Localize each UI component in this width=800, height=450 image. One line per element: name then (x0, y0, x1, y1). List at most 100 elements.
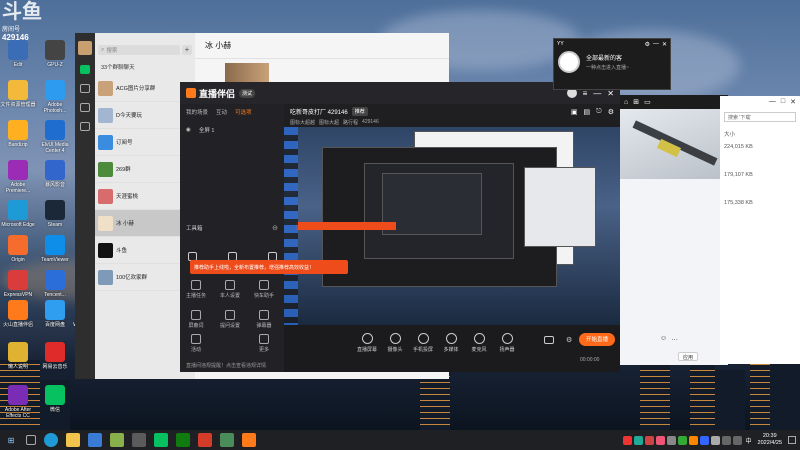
eye-icon[interactable]: ◉ (186, 127, 191, 133)
tray-icon-9[interactable] (710, 435, 720, 445)
store-taskbar-icon[interactable] (88, 433, 102, 447)
tab-scenes[interactable]: 我的场景 (186, 108, 208, 116)
desktop-icon[interactable]: 文件资源管理器 (0, 80, 36, 108)
file-size[interactable]: 224,015 KB (724, 144, 796, 150)
home-icon[interactable]: ⌂ (624, 99, 628, 106)
wechat-avatar[interactable] (78, 41, 92, 55)
control-button[interactable]: 多媒体 (436, 333, 466, 353)
tool-item[interactable]: 更多 (250, 334, 278, 353)
wps-taskbar-icon[interactable] (198, 433, 212, 447)
taskview-icon[interactable] (26, 435, 36, 445)
desktop-icon[interactable]: Bandizip (0, 120, 36, 148)
file-size[interactable]: 175,338 KB (724, 200, 796, 206)
notice-banner[interactable]: 推荐助手上线啦，全新布置推荐，增强推荐高效收益！ (190, 260, 348, 274)
search-input[interactable]: ⌕ 搜索 (98, 45, 180, 55)
tool-item[interactable]: 本人设置 (216, 280, 244, 299)
desktop-icon[interactable]: Adobe Premiere... (0, 160, 36, 194)
explorer-search[interactable]: 搜索 '下载' (724, 112, 796, 122)
group-chats-header[interactable]: 33个群聊聊天 (95, 59, 195, 75)
file-size[interactable]: 179,107 KB (724, 172, 796, 178)
live-preview[interactable] (284, 127, 620, 325)
sub-tag-3[interactable]: 路行程 (343, 119, 358, 126)
yy-minimize-icon[interactable]: — (653, 41, 659, 47)
files-icon[interactable] (80, 122, 90, 131)
control-button[interactable]: 麦克风 (464, 333, 494, 353)
tray-icon-7[interactable] (688, 435, 698, 445)
sub-tag-4[interactable]: 429146 (362, 119, 379, 126)
desktop-icon[interactable]: 微信 (37, 385, 73, 413)
desktop-icon[interactable]: Steam (37, 200, 73, 228)
game-banner[interactable] (620, 109, 728, 179)
settings-icon[interactable]: ⚙ (608, 108, 614, 116)
edge-taskbar-icon[interactable] (44, 433, 58, 447)
desktop-icon[interactable]: TeamViewer (37, 235, 73, 263)
control-button[interactable]: 摄像头 (380, 333, 410, 353)
desktop-icon[interactable]: GPU-Z (37, 40, 73, 68)
chart-icon[interactable]: ▤ (584, 108, 591, 116)
ime-indicator[interactable]: 中 (746, 436, 752, 445)
tab-interact[interactable]: 互动 (216, 108, 227, 116)
xbox-taskbar-icon[interactable] (176, 433, 190, 447)
gift-icon[interactable]: ▣ (571, 108, 578, 116)
tray-icon-3[interactable] (644, 435, 654, 445)
tray-icon-2[interactable] (633, 435, 643, 445)
desktop-icon[interactable]: ElvUI Media Center 4 (37, 120, 73, 154)
bottom-notice[interactable]: 直播间违规提醒！点击查看违规详情 (186, 363, 266, 369)
scene-label[interactable]: 全屏 1 (199, 126, 215, 134)
tool-item[interactable]: 屏蔽词 (182, 310, 210, 329)
wechat-taskbar-icon[interactable] (154, 433, 168, 447)
close-icon[interactable]: ✕ (790, 98, 796, 108)
yy-settings-icon[interactable]: ⚙ (645, 41, 650, 48)
chat-icon[interactable] (80, 65, 90, 74)
tab-options[interactable]: 可选项 (235, 108, 252, 116)
control-button[interactable]: 直播屏幕 (352, 333, 382, 353)
contacts-icon[interactable] (80, 84, 90, 93)
desktop-icon[interactable]: Microsoft Edge (0, 200, 36, 228)
tray-icon-6[interactable] (677, 435, 687, 445)
notification-icon[interactable] (788, 436, 796, 444)
app-taskbar-icon-2[interactable] (132, 433, 146, 447)
desktop-icon[interactable]: Edit (0, 40, 36, 68)
desktop-icon[interactable]: Adobe After Effects CC (0, 385, 36, 419)
desktop-icon[interactable]: Tencent... (37, 270, 73, 298)
sub-tag-2[interactable]: 图标大超 (319, 119, 339, 126)
tray-icon-8[interactable] (699, 435, 709, 445)
emoji-icon[interactable]: ☺ (660, 335, 667, 342)
room-button[interactable]: 推荐 (351, 107, 368, 116)
tray-icon-4[interactable] (655, 435, 665, 445)
apply-button[interactable]: 应用 (678, 352, 699, 361)
control-button[interactable]: 扬声器 (492, 333, 522, 353)
live-taskbar-icon[interactable] (220, 433, 234, 447)
add-chat-button[interactable]: + (182, 45, 192, 55)
tool-item[interactable]: 活动 (182, 334, 210, 353)
tool-item[interactable]: 快车助手 (250, 280, 278, 299)
desktop-icon[interactable]: Origin (0, 235, 36, 263)
start-button[interactable]: ⊞ (4, 433, 18, 447)
tray-icon-5[interactable] (666, 435, 676, 445)
favorites-icon[interactable] (80, 103, 90, 112)
size-header[interactable]: 大小 (724, 132, 735, 138)
desktop-icon[interactable]: 暴风影音 (37, 160, 73, 188)
volume-control[interactable] (544, 336, 554, 344)
more-icon[interactable]: … (671, 335, 678, 342)
control-button[interactable]: 手机投屏 (408, 333, 438, 353)
app-taskbar-icon[interactable] (110, 433, 124, 447)
desktop-icon[interactable]: 网易云音乐 (37, 342, 73, 370)
settings-icon-2[interactable]: ⚙ (566, 336, 572, 344)
start-live-button[interactable]: 开始直播 (579, 333, 615, 346)
desktop-icon[interactable]: ExpressVPN (0, 270, 36, 298)
gamepad-icon[interactable]: ⊞ (633, 98, 639, 106)
tools-collapse-icon[interactable]: ⊖ (272, 224, 278, 232)
sub-tag-1[interactable]: 图标大超越 (290, 119, 315, 126)
desktop-icon[interactable]: Adobe Photosh... (37, 80, 73, 114)
share-icon[interactable]: ⎋ (596, 108, 602, 116)
volume-icon[interactable] (732, 435, 742, 445)
live-companion-taskbar-icon[interactable] (242, 433, 256, 447)
yy-avatar[interactable] (558, 51, 580, 73)
tool-item[interactable]: 主播任务 (182, 280, 210, 299)
maximize-icon[interactable]: □ (781, 98, 785, 108)
tool-item[interactable]: 弹幕器 (250, 310, 278, 329)
minimize-icon[interactable]: — (769, 98, 776, 108)
tray-icon-1[interactable] (622, 435, 632, 445)
yy-close-icon[interactable]: ✕ (662, 41, 667, 48)
